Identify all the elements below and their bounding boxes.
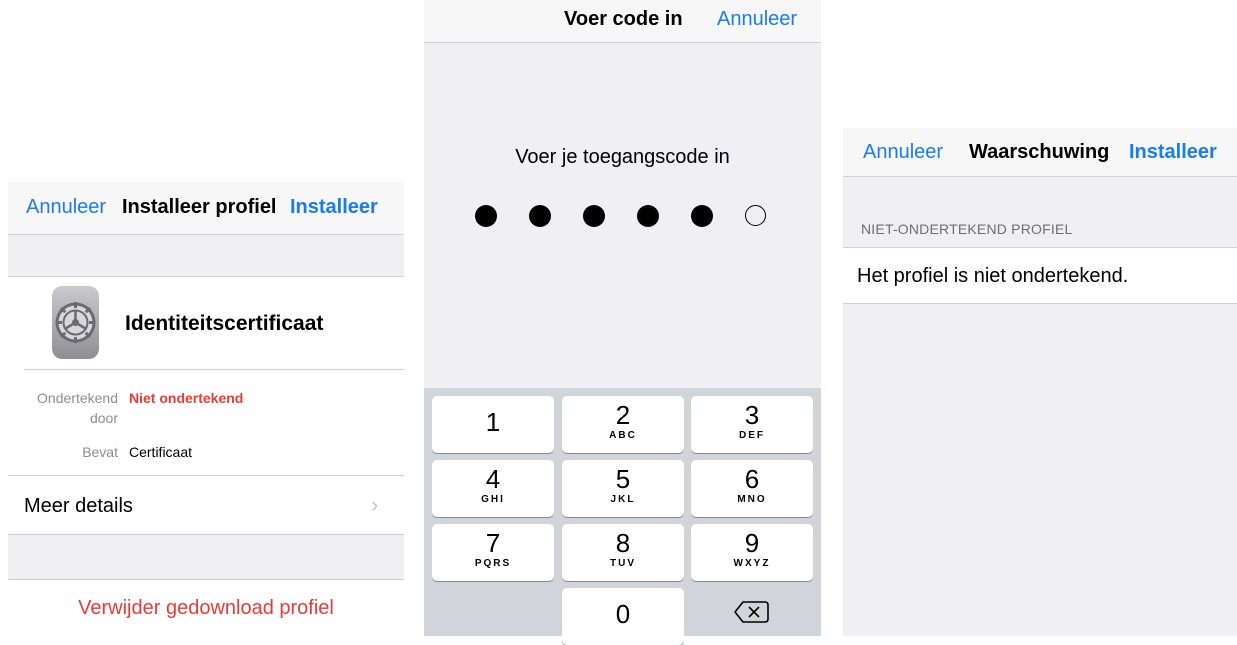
passcode-screen: Voer code in Annuleer Voer je toegangsco… [424, 0, 821, 645]
key-5[interactable]: 5 JKL [562, 460, 684, 517]
passcode-dot-filled [529, 205, 551, 227]
key-6[interactable]: 6 MNO [691, 460, 813, 517]
key-7[interactable]: 7 PQRS [432, 524, 554, 581]
key-3[interactable]: 3 DEF [691, 396, 813, 453]
more-details-row[interactable]: Meer details [24, 495, 133, 518]
empty-background [843, 304, 1237, 636]
warning-screen: Annuleer Waarschuwing Installeer NIET-ON… [843, 0, 1237, 636]
key-2[interactable]: 2 ABC [562, 396, 684, 453]
section-spacer [8, 235, 404, 277]
passcode-dot-empty [745, 205, 766, 226]
chevron-right-icon: › [371, 492, 379, 517]
section-spacer [8, 534, 404, 580]
page-title: Voer code in [564, 8, 683, 30]
divider [8, 475, 404, 476]
install-button[interactable]: Installeer [290, 196, 378, 219]
key-8[interactable]: 8 TUV [562, 524, 684, 581]
page-title: Waarschuwing [969, 141, 1110, 163]
remove-profile-button[interactable]: Verwijder gedownload profiel [8, 597, 404, 620]
cancel-button[interactable]: Annuleer [26, 196, 106, 219]
warning-message: Het profiel is niet ondertekend. [857, 265, 1129, 287]
section-header: NIET-ONDERTEKEND PROFIEL [843, 177, 1237, 248]
numeric-keypad: 1 2 ABC 3 DEF 4 GHI 5 JKL 6 MNO 7 PQRS 8… [424, 388, 821, 645]
key-9[interactable]: 9 WXYZ [691, 524, 813, 581]
passcode-prompt: Voer je toegangscode in [515, 146, 730, 168]
cancel-button[interactable]: Annuleer [863, 141, 943, 164]
key-1[interactable]: 1 [432, 396, 554, 453]
navigation-bar: Annuleer Installeer profiel Installeer [8, 182, 404, 235]
signed-by-value: Niet ondertekend [129, 390, 244, 406]
key-0[interactable]: 0 [562, 588, 684, 645]
backspace-icon[interactable] [691, 588, 813, 645]
contains-value: Certificaat [129, 444, 193, 460]
cancel-button[interactable]: Annuleer [717, 8, 797, 31]
passcode-dot-filled [637, 205, 659, 227]
passcode-dot-filled [583, 205, 605, 227]
navigation-bar: Voer code in Annuleer [424, 0, 821, 43]
section-header-label: NIET-ONDERTEKEND PROFIEL [861, 221, 1073, 237]
passcode-dot-filled [691, 205, 713, 227]
key-4[interactable]: 4 GHI [432, 460, 554, 517]
install-profile-screen: Annuleer Installeer profiel Installeer I… [0, 0, 404, 636]
warning-row: Het profiel is niet ondertekend. [843, 248, 1237, 304]
navigation-bar: Annuleer Waarschuwing Installeer [843, 128, 1237, 177]
settings-gear-icon [52, 286, 99, 359]
install-button[interactable]: Installeer [1129, 141, 1217, 164]
signed-by-label: Ondertekend door [37, 390, 118, 426]
divider [24, 369, 404, 370]
profile-name: Identiteitscertificaat [125, 312, 324, 335]
passcode-dot-filled [475, 205, 497, 227]
contains-label: Bevat [82, 444, 118, 460]
page-title: Installeer profiel [122, 196, 277, 218]
